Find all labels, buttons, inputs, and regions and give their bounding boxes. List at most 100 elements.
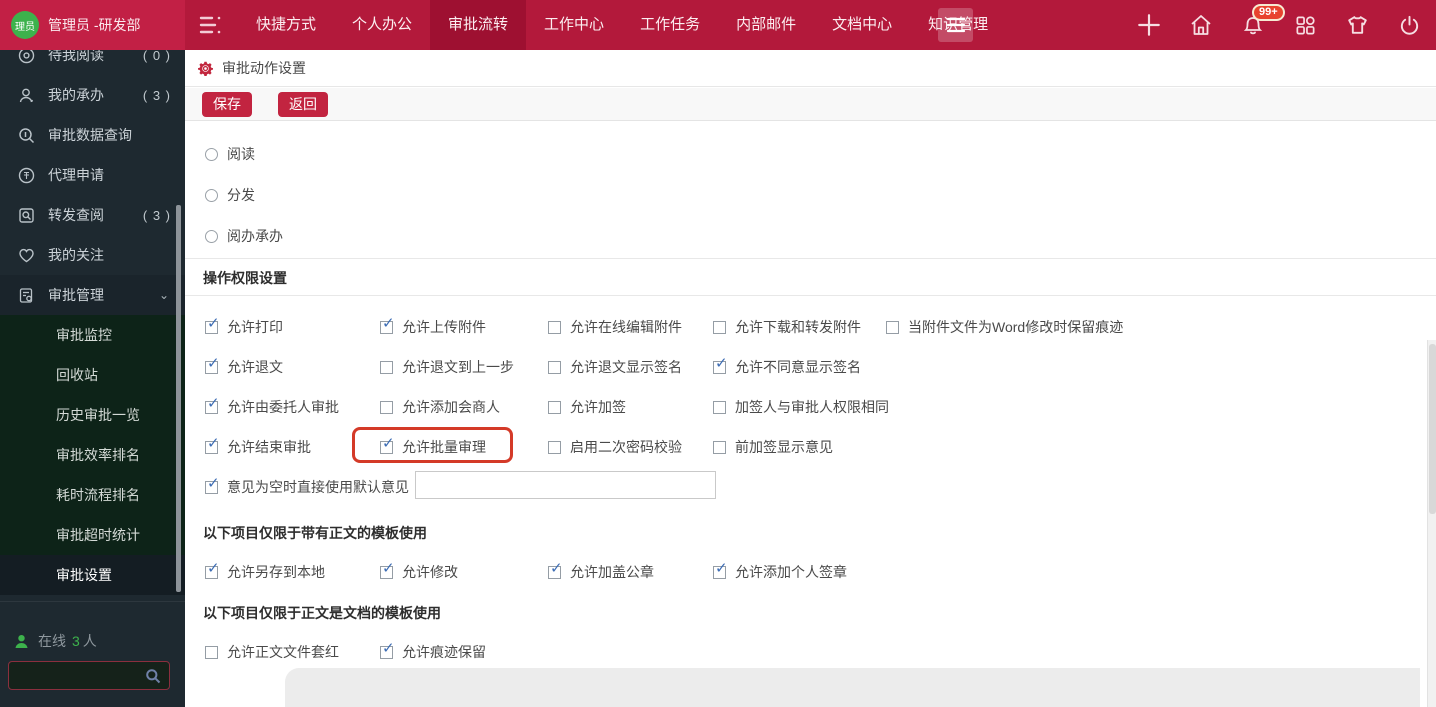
sidebar-item-my-tasks[interactable]: 我的承办 ( 3 ) <box>0 75 185 115</box>
online-users: 在线 3 人 <box>14 631 97 651</box>
radio-option-read-handle[interactable]: 阅办承办 <box>205 227 283 245</box>
sidebar-item-approval-management[interactable]: 审批管理 ⌄ <box>0 275 185 315</box>
checkbox[interactable]: ✓ <box>205 395 220 414</box>
nav-item-approval-flow[interactable]: 审批流转 <box>430 0 527 50</box>
checkbox-item-allow-upload[interactable]: ✓ 允许上传附件 <box>380 315 486 337</box>
checkbox[interactable] <box>380 400 393 414</box>
user-area[interactable]: 理员 管理员 -研发部 <box>0 0 185 50</box>
checkbox[interactable]: ✓ <box>548 560 563 579</box>
checkbox-item-add-consultant[interactable]: 允许添加会商人 <box>380 397 500 417</box>
sidebar-item-forward-review[interactable]: 转发查阅 ( 3 ) <box>0 195 185 235</box>
checkbox-item-default-opinion[interactable]: ✓ 意见为空时直接使用默认意见 <box>205 475 409 497</box>
submenu-item-time-consuming-ranking[interactable]: 耗时流程排名 <box>0 475 185 515</box>
checkbox-item-personal-signature[interactable]: ✓ 允许添加个人签章 <box>713 560 847 582</box>
checkbox[interactable] <box>548 360 561 374</box>
checkbox-item-pre-countersign-opinion[interactable]: 前加签显示意见 <box>713 437 833 457</box>
main-scrollbar-thumb[interactable] <box>1429 344 1436 514</box>
checkbox-item-countersign-same-rights[interactable]: 加签人与审批人权限相同 <box>713 397 889 417</box>
checkbox[interactable] <box>713 320 726 334</box>
nav-item-work-center[interactable]: 工作中心 <box>526 0 622 50</box>
checkbox-item-word-track-changes[interactable]: 当附件文件为Word修改时保留痕迹 <box>886 317 1123 337</box>
checkbox[interactable] <box>205 645 218 659</box>
back-button[interactable]: 返回 <box>278 91 328 117</box>
nav-item-internal-mail[interactable]: 内部邮件 <box>718 0 814 50</box>
checkbox[interactable]: ✓ <box>713 355 728 374</box>
checkbox-item-end-approval[interactable]: ✓ 允许结束审批 <box>205 435 311 457</box>
checkbox-item-allow-print[interactable]: ✓ 允许打印 <box>205 315 283 337</box>
toolbar: 保存 返回 <box>185 88 1436 121</box>
checkbox-item-batch-approval[interactable]: ✓ 允许批量审理 <box>380 435 486 457</box>
default-opinion-input[interactable] <box>415 471 716 499</box>
submenu-item-overtime-stats[interactable]: 审批超时统计 <box>0 515 185 555</box>
search-icon[interactable] <box>145 668 161 684</box>
checkbox[interactable] <box>713 440 726 454</box>
checkbox[interactable] <box>886 320 899 334</box>
checkbox[interactable]: ✓ <box>205 315 220 334</box>
checkbox-item-return-show-signature[interactable]: 允许退文显示签名 <box>548 357 682 377</box>
submenu-item-recycle-bin[interactable]: 回收站 <box>0 355 185 395</box>
sidebar-item-my-follows[interactable]: 我的关注 <box>0 235 185 275</box>
checkbox-item-keep-traces[interactable]: ✓ 允许痕迹保留 <box>380 640 486 662</box>
checkbox-item-red-header[interactable]: 允许正文文件套红 <box>205 642 339 662</box>
sidebar-search-input[interactable] <box>9 668 145 683</box>
checkbox[interactable]: ✓ <box>713 560 728 579</box>
logout-power-icon[interactable] <box>1396 12 1422 38</box>
radio-option-distribute[interactable]: 分发 <box>205 186 255 204</box>
submenu-item-history-overview[interactable]: 历史审批一览 <box>0 395 185 435</box>
checkbox[interactable]: ✓ <box>380 640 395 659</box>
theme-shirt-icon[interactable] <box>1344 12 1370 38</box>
checkbox-item-return-previous-step[interactable]: 允许退文到上一步 <box>380 357 514 377</box>
avatar[interactable]: 理员 <box>11 11 39 39</box>
checkbox-item-allow-download-forward[interactable]: 允许下载和转发附件 <box>713 317 861 337</box>
checkbox[interactable]: ✓ <box>380 560 395 579</box>
checkbox-item-allow-online-edit[interactable]: 允许在线编辑附件 <box>548 317 682 337</box>
home-icon[interactable] <box>1188 12 1214 38</box>
sidebar-scrollbar-thumb[interactable] <box>176 205 181 592</box>
checkbox-item-disagree-show-signature[interactable]: ✓ 允许不同意显示签名 <box>713 355 861 377</box>
checkbox[interactable]: ✓ <box>205 560 220 579</box>
checkbox[interactable]: ✓ <box>205 475 220 494</box>
save-button[interactable]: 保存 <box>202 91 252 117</box>
checkbox-item-allow-modify[interactable]: ✓ 允许修改 <box>380 560 458 582</box>
notifications-bell-icon[interactable]: 99+ <box>1240 4 1285 38</box>
main-content: 审批动作设置 保存 返回 阅读 分发 阅办承办 操作权限设置 ✓ 允许打印 ✓ 允许… <box>185 50 1436 707</box>
checkbox-label: 当附件文件为Word修改时保留痕迹 <box>908 319 1124 335</box>
checkbox-label: 允许由委托人审批 <box>227 399 339 415</box>
main-scrollbar-track[interactable] <box>1427 340 1436 707</box>
checkbox[interactable]: ✓ <box>205 355 220 374</box>
nav-item-shortcuts[interactable]: 快捷方式 <box>238 0 334 50</box>
apps-grid-icon[interactable] <box>1292 12 1318 38</box>
radio-icon[interactable] <box>205 147 218 161</box>
checkbox-item-allow-countersign[interactable]: 允许加签 <box>548 397 626 417</box>
checkbox[interactable] <box>548 400 561 414</box>
sidebar-item-to-read[interactable]: 待我阅读 ( 0 ) <box>0 50 185 75</box>
radio-icon[interactable] <box>205 229 218 243</box>
submenu-item-efficiency-ranking[interactable]: 审批效率排名 <box>0 435 185 475</box>
checkbox[interactable] <box>548 320 561 334</box>
checkbox[interactable] <box>548 440 561 454</box>
submenu-item-approval-monitor[interactable]: 审批监控 <box>0 315 185 355</box>
add-icon[interactable] <box>1136 12 1162 38</box>
sidebar-item-proxy-request[interactable]: 代理申请 <box>0 155 185 195</box>
checkbox[interactable]: ✓ <box>205 435 220 454</box>
checkbox-item-official-seal[interactable]: ✓ 允许加盖公章 <box>548 560 654 582</box>
checkbox-item-save-local[interactable]: ✓ 允许另存到本地 <box>205 560 325 582</box>
check-mark: ✓ <box>382 433 395 452</box>
checkbox-item-delegate-approval[interactable]: ✓ 允许由委托人审批 <box>205 395 339 417</box>
hamburger-menu-icon[interactable] <box>938 8 973 42</box>
radio-icon[interactable] <box>205 188 218 202</box>
sidebar-item-approval-data-query[interactable]: 审批数据查询 <box>0 115 185 155</box>
submenu-item-approval-settings[interactable]: 审批设置 <box>0 555 185 595</box>
checkbox-item-allow-return[interactable]: ✓ 允许退文 <box>205 355 283 377</box>
checkbox[interactable]: ✓ <box>380 435 395 454</box>
radio-option-read[interactable]: 阅读 <box>205 145 255 163</box>
nav-list-icon[interactable] <box>199 14 223 36</box>
nav-item-personal-office[interactable]: 个人办公 <box>334 0 430 50</box>
checkbox-item-second-password[interactable]: 启用二次密码校验 <box>548 437 682 457</box>
sidebar-search-box[interactable] <box>8 661 170 690</box>
nav-item-document-center[interactable]: 文档中心 <box>814 0 910 50</box>
checkbox[interactable]: ✓ <box>380 315 395 334</box>
checkbox[interactable] <box>380 360 393 374</box>
nav-item-work-tasks[interactable]: 工作任务 <box>622 0 718 50</box>
checkbox[interactable] <box>713 400 726 414</box>
